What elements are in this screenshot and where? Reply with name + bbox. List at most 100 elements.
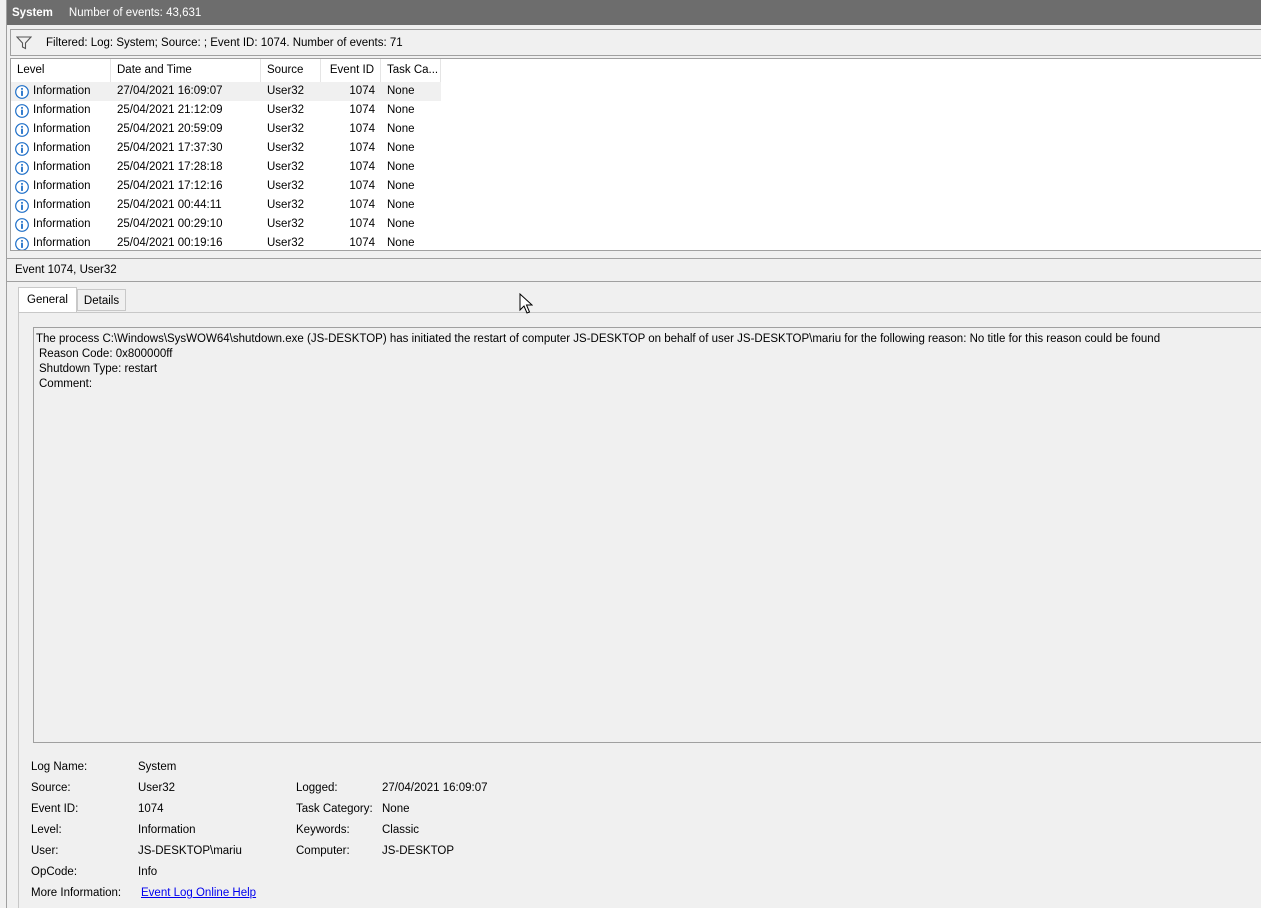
task-category-cell: None [387,199,415,211]
level-text: Information [33,142,91,154]
table-row[interactable]: Information 25/04/2021 00:29:10 User32 1074… [11,215,1261,234]
level-text: Information [33,85,91,97]
level-cell: Information [11,234,111,250]
logged-value: 27/04/2021 16:09:07 [382,782,488,794]
logged-label: Logged: [296,782,338,794]
date-cell: 25/04/2021 17:37:30 [117,142,223,154]
level-text: Information [33,218,91,230]
computer-value: JS-DESKTOP [382,845,454,857]
column-header-date[interactable]: Date and Time [111,59,261,82]
event-detail-title: Event 1074, User32 [7,258,1261,282]
task-category-cell: None [387,161,415,173]
source-cell: User32 [261,82,321,101]
level-cell: Information [11,158,111,177]
source-cell: User32 [267,218,305,230]
log-name-label: Log Name: [31,761,88,773]
date-cell: 25/04/2021 17:12:16 [117,180,223,192]
task-category-cell: None [381,82,441,101]
event-message-box[interactable]: The process C:\Windows\SysWOW64\shutdown… [33,327,1261,743]
event-log-online-help-link[interactable]: Event Log Online Help [141,885,256,901]
opcode-label: OpCode: [31,866,78,878]
event-id-cell: 1074 [349,218,375,230]
message-line: The process C:\Windows\SysWOW64\shutdown… [36,333,1161,345]
information-icon [15,84,29,99]
level-text: Information [33,161,91,173]
date-cell: 25/04/2021 17:28:18 [117,161,223,173]
date-cell: 25/04/2021 00:44:11 [117,199,222,211]
log-name: System [12,6,53,19]
level-text: Information [33,123,91,135]
source-cell: User32 [267,142,305,154]
funnel-icon [16,35,32,49]
information-icon [15,122,29,137]
task-category-cell: None [387,180,415,192]
information-icon [15,103,29,118]
log-name-value: System [138,761,177,773]
column-header-source[interactable]: Source [261,59,321,82]
task-category-cell: None [387,218,415,230]
user-label: User: [31,845,59,857]
task-category-value: None [382,803,410,815]
source-label: Source: [31,782,71,794]
event-id-cell: 1074 [321,82,381,101]
table-row[interactable]: Information 25/04/2021 20:59:09 User32 1074… [11,120,1261,139]
level-text: Information [33,237,91,249]
event-id-cell: 1074 [349,199,375,211]
table-row[interactable]: Information 27/04/2021 16:09:07 User32 1074… [11,82,1261,101]
events-table[interactable]: Level Date and Time Source Event ID Task… [10,58,1261,251]
level-text: Information [33,104,91,116]
event-id-cell: 1074 [349,104,375,116]
level-value: Information [138,824,196,836]
source-cell: User32 [267,161,305,173]
level-cell: Information [11,139,111,158]
table-row[interactable]: Information 25/04/2021 17:12:16 User32 1074… [11,177,1261,196]
tab-details[interactable]: Details [76,289,127,311]
source-cell: User32 [267,180,305,192]
column-header-level[interactable]: Level [11,59,111,82]
information-icon [15,141,29,156]
task-category-cell: None [387,142,415,154]
left-frame-edge [0,0,7,908]
event-id-cell: 1074 [349,180,375,192]
filter-bar: Filtered: Log: System; Source: ; Event I… [10,29,1261,56]
date-cell: 25/04/2021 00:29:10 [117,218,223,230]
message-line: Comment: [39,378,93,390]
level-text: Information [33,180,91,192]
table-row[interactable]: Information 25/04/2021 00:44:11 User32 1074… [11,196,1261,215]
keywords-value: Classic [382,824,420,836]
information-icon [15,160,29,175]
information-icon [15,236,29,250]
event-id-cell: 1074 [349,161,375,173]
source-cell: User32 [267,104,305,116]
log-header-bar: System Number of events: 43,631 [7,0,1261,25]
tab-general[interactable]: General [18,287,77,312]
information-icon [15,198,29,213]
date-cell: 25/04/2021 21:12:09 [117,104,223,116]
level-cell: Information [11,196,111,215]
event-id-value: 1074 [138,803,164,815]
keywords-label: Keywords: [296,824,350,836]
column-header-event-id[interactable]: Event ID [321,59,381,82]
table-row[interactable]: Information 25/04/2021 17:28:18 User32 1074… [11,158,1261,177]
detail-tabs: General Details [18,287,127,313]
column-header-task-category[interactable]: Task Ca... [381,59,441,82]
message-line: Reason Code: 0x800000ff [39,348,173,360]
table-row[interactable]: Information 25/04/2021 00:19:16 User32 1074… [11,234,1261,250]
event-id-cell: 1074 [349,142,375,154]
filter-description: Filtered: Log: System; Source: ; Event I… [46,36,403,49]
task-category-label: Task Category: [296,803,373,815]
opcode-value: Info [138,866,158,878]
table-row[interactable]: Information 25/04/2021 21:12:09 User32 1074… [11,101,1261,120]
task-category-cell: None [387,104,415,116]
event-id-cell: 1074 [349,237,375,249]
table-row[interactable]: Information 25/04/2021 17:37:30 User32 1074… [11,139,1261,158]
date-cell: 27/04/2021 16:09:07 [111,82,261,101]
event-id-cell: 1074 [349,123,375,135]
table-header: Level Date and Time Source Event ID Task… [11,59,1261,82]
information-icon [15,179,29,194]
source-cell: User32 [267,123,305,135]
computer-label: Computer: [296,845,350,857]
message-line: Shutdown Type: restart [39,363,158,375]
level-cell: Information [11,120,111,139]
source-value: User32 [138,782,176,794]
